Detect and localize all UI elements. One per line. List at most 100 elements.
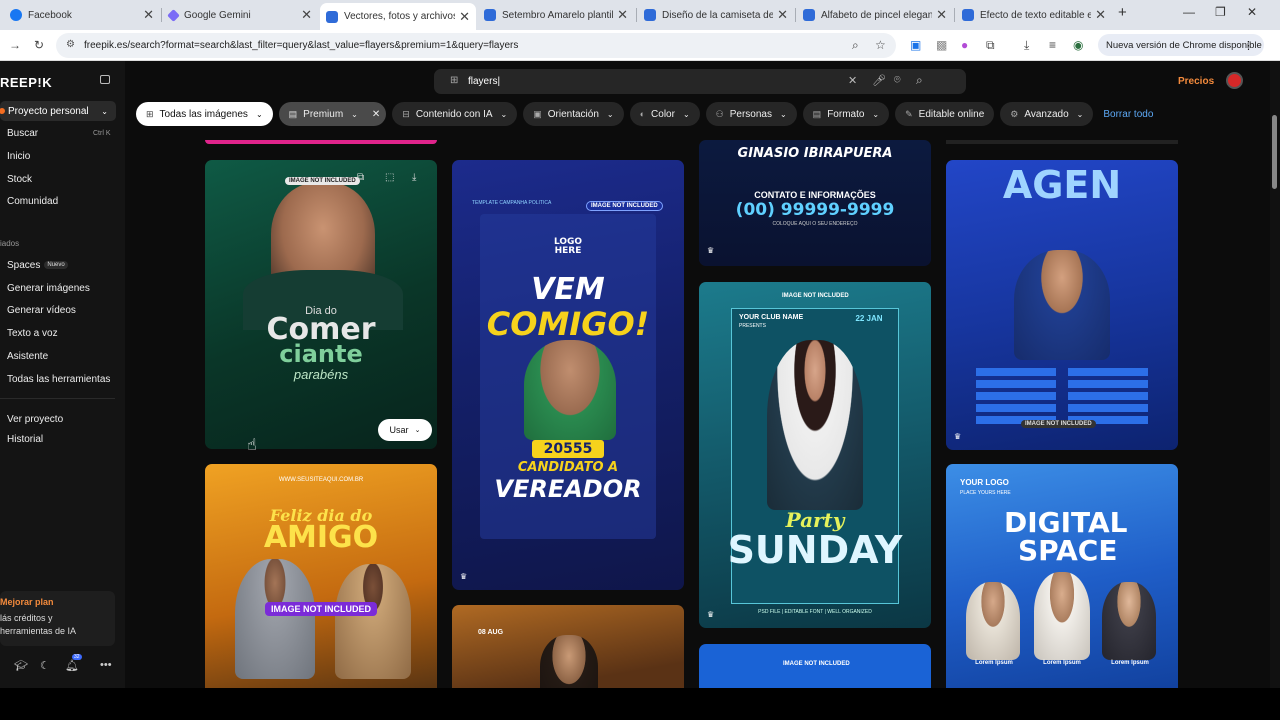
more-icon[interactable]: ••• <box>100 659 112 671</box>
restore-icon[interactable]: ❐ <box>1215 5 1226 19</box>
tab-freepik-active[interactable]: Vectores, fotos y archivos PSD ✕ <box>320 3 476 30</box>
upgrade-card[interactable]: Mejorar plan lás créditos y herramientas … <box>0 591 115 646</box>
result-card[interactable]: GINASIO IBIRAPUERA CONTATO E INFORMAÇÕES… <box>699 140 931 266</box>
use-button[interactable]: Usar ⌄ <box>378 419 432 441</box>
filter-orientacion[interactable]: ▣ Orientación ⌄ <box>523 102 624 126</box>
bookmark-star-icon[interactable]: ☆ <box>875 38 886 52</box>
sidebar-item-buscar[interactable]: Buscar <box>7 128 38 139</box>
sidebar-item-inicio[interactable]: Inicio <box>7 151 30 162</box>
filter-premium[interactable]: ▤ Premium ⌄ ✕ <box>278 102 387 126</box>
result-card[interactable]: IMAGE NOT INCLUDED ⧉ ⬚ ⤓ Dia do Comer ci… <box>205 160 437 449</box>
filter-color[interactable]: ◐ Color ⌄ <box>629 102 700 126</box>
download-icon[interactable]: ⤓ <box>412 172 416 183</box>
result-card[interactable]: YOUR LOGO PLACE YOURS HERE DIGITAL SPACE … <box>946 464 1178 688</box>
sidebar-toggle-icon[interactable] <box>100 75 110 84</box>
search-input[interactable]: ⊞ flayers | ✕ 🎤︎ ⌾ ⌕ <box>434 69 966 94</box>
sidebar-item-generar-imagenes[interactable]: Generar imágenes <box>7 283 90 294</box>
ai-icon: ⊟ <box>402 108 410 119</box>
sidebar: REEP!K Proyecto personal ⌄ Buscar Ctrl K… <box>0 61 125 688</box>
close-icon[interactable]: ✕ <box>1095 7 1106 23</box>
tab-setembro[interactable]: Setembro Amarelo plantilla e ✕ <box>478 3 634 27</box>
premium-crown-icon: ♛ <box>707 246 715 255</box>
people-icon: ⚇ <box>715 108 724 119</box>
close-window-icon[interactable]: ✕ <box>1247 5 1257 19</box>
collection-icon[interactable]: ⧉ <box>357 172 364 183</box>
tab-camiseta[interactable]: Diseño de la camiseta de Sar ✕ <box>638 3 794 27</box>
chrome-update-button[interactable]: Nueva versión de Chrome disponible ⋮ <box>1098 34 1264 56</box>
image-search-icon[interactable]: ⊞ <box>450 75 458 86</box>
project-selector[interactable]: Proyecto personal ⌄ <box>0 101 116 121</box>
close-icon[interactable]: ✕ <box>301 7 312 23</box>
freepik-logo[interactable]: REEP!K <box>0 75 52 90</box>
minimize-icon[interactable]: — <box>1183 5 1195 19</box>
scrollbar[interactable] <box>1270 61 1280 688</box>
sidebar-item-generar-videos[interactable]: Generar vídeos <box>7 305 76 316</box>
browser-tab-bar: Facebook ✕ Google Gemini ✕ Vectores, fot… <box>0 0 1280 30</box>
tab-efecto[interactable]: Efecto de texto editable estilo ✕ <box>956 3 1112 27</box>
sidebar-item-spaces[interactable]: Spaces Nuevo <box>7 260 68 271</box>
bookmark-icon[interactable]: ⬚ <box>385 172 394 183</box>
sidebar-item-texto-a-voz[interactable]: Texto a voz <box>7 328 58 339</box>
clear-icon[interactable]: ✕ <box>848 74 857 87</box>
filter-avanzado[interactable]: ⚙ Avanzado ⌄ <box>1000 102 1094 126</box>
forward-icon[interactable]: → <box>9 38 21 52</box>
new-tab-icon[interactable]: + <box>1118 4 1127 21</box>
microphone-icon[interactable]: 🎤︎ <box>872 74 886 87</box>
flyer-headline: GINASIO IBIRAPUERA <box>737 146 893 161</box>
sidebar-item-historial[interactable]: Historial <box>7 434 43 445</box>
reading-list-icon[interactable]: ≡ <box>1049 38 1056 52</box>
sidebar-item-todas-herramientas[interactable]: Todas las herramientas <box>7 374 110 385</box>
sidebar-item-ver-proyecto[interactable]: Ver proyecto <box>7 414 63 425</box>
close-icon[interactable]: ✕ <box>459 9 470 25</box>
result-card[interactable]: TEMPLATE CAMPANHA POLITICA IMAGE NOT INC… <box>452 160 684 590</box>
sidebar-item-stock[interactable]: Stock <box>7 174 32 185</box>
flyer-text: Lorem Ipsum <box>1111 660 1149 666</box>
close-icon[interactable]: ✕ <box>143 7 154 23</box>
tab-gemini[interactable]: Google Gemini ✕ <box>163 3 318 27</box>
reload-icon[interactable]: ↻ <box>34 38 44 52</box>
filter-contenido-ia[interactable]: ⊟ Contenido con IA ⌄ <box>392 102 518 126</box>
address-bar[interactable]: ⚙ freepik.es/search?format=search&last_f… <box>56 33 896 58</box>
theme-moon-icon[interactable]: ☾ <box>40 659 50 672</box>
search-icon[interactable]: ⌕ <box>916 73 923 88</box>
download-icon[interactable]: ⤓ <box>1024 38 1029 53</box>
result-card[interactable]: IMAGE NOT INCLUDED <box>699 644 931 688</box>
avatar[interactable] <box>1226 72 1243 89</box>
freepik-tab-icon <box>484 9 496 21</box>
translate-icon[interactable]: ▣ <box>910 38 921 52</box>
profile-icon[interactable]: ◉ <box>1073 38 1083 52</box>
close-icon[interactable]: ✕ <box>617 7 628 23</box>
filter-todas-imagenes[interactable]: ⊞ Todas las imágenes ⌄ <box>136 102 273 126</box>
tab-facebook[interactable]: Facebook ✕ <box>4 3 160 27</box>
freepik-tab-icon <box>962 9 974 21</box>
result-card[interactable]: WWW.SEUSITEAQUI.COM.BR Feliz dia do AMIG… <box>205 464 437 688</box>
filter-editable-online[interactable]: ✎ Editable online <box>895 102 995 126</box>
pricing-link[interactable]: Precios <box>1178 76 1214 87</box>
chevron-down-icon: ⌄ <box>414 427 421 434</box>
extension-color-icon[interactable]: ● <box>961 38 968 52</box>
flyer-headline: ciante <box>279 340 363 368</box>
sidebar-item-asistente[interactable]: Asistente <box>7 351 48 362</box>
more-vert-icon[interactable]: ⋮ <box>1243 39 1254 52</box>
camera-icon[interactable]: ⌾ <box>894 74 901 87</box>
zoom-icon[interactable]: ⌕ <box>852 38 859 53</box>
browser-toolbar: → ↻ ⚙ freepik.es/search?format=search&la… <box>0 30 1280 61</box>
result-card[interactable]: 08 AUG <box>452 605 684 688</box>
result-card[interactable]: AGEN SEMANAL DA IMAGE NOT INCLUDED ♛ <box>946 160 1178 450</box>
clear-all-button[interactable]: Borrar todo <box>1099 102 1153 126</box>
scrollbar-thumb[interactable] <box>1272 115 1277 189</box>
filter-personas[interactable]: ⚇ Personas ⌄ <box>705 102 797 126</box>
extensions-puzzle-icon[interactable]: ⧉ <box>986 38 995 53</box>
close-icon[interactable]: ✕ <box>936 7 947 23</box>
flyer-logo: LOGO HERE <box>553 237 583 256</box>
extension-icon[interactable]: ▩ <box>936 38 947 52</box>
close-icon[interactable]: ✕ <box>777 7 788 23</box>
remove-filter-icon[interactable]: ✕ <box>372 109 380 120</box>
result-card[interactable]: IMAGE NOT INCLUDED YOUR CLUB NAME PRESENT… <box>699 282 931 628</box>
sidebar-item-comunidad[interactable]: Comunidad <box>7 196 58 207</box>
tab-alfabeto[interactable]: Alfabeto de pincel elegante ✕ <box>797 3 953 27</box>
graduation-cap-icon[interactable]: 🎓︎ <box>14 659 28 672</box>
filter-formato[interactable]: ▤ Formato ⌄ <box>802 102 890 126</box>
site-info-icon[interactable]: ⚙ <box>66 39 75 50</box>
notification-bell-icon[interactable]: 🔔︎ 32 <box>65 654 82 672</box>
